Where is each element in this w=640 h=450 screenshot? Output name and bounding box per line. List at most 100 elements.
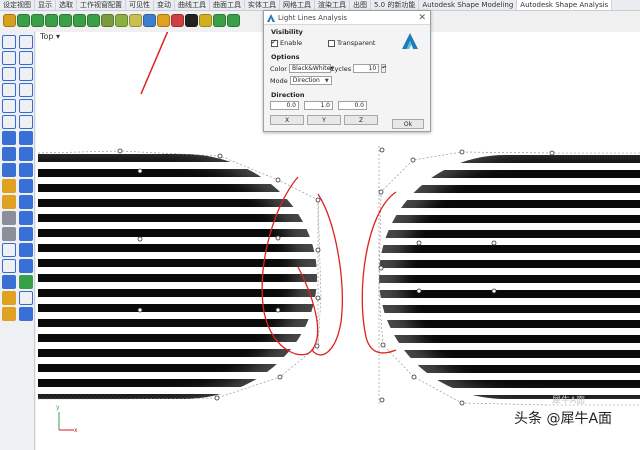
axis-indicator [58, 412, 74, 431]
direction-x-input[interactable]: 0.0 [270, 101, 299, 110]
layer-icon[interactable] [19, 307, 33, 321]
circle-icon[interactable] [2, 67, 16, 81]
dialog-title: Light Lines Analysis [278, 13, 347, 22]
toolbar-tool-icon[interactable] [31, 13, 44, 27]
array-icon[interactable] [2, 275, 16, 289]
fillet-icon[interactable] [19, 115, 33, 129]
boolean-icon[interactable] [2, 179, 16, 193]
toolbar-tool-icon[interactable] [143, 13, 156, 27]
point-icon[interactable] [19, 35, 33, 49]
trim-icon[interactable] [2, 211, 16, 225]
transparent-checkbox-row[interactable]: Transparent [328, 39, 375, 47]
autodesk-logo-icon [267, 13, 275, 22]
tab-12[interactable]: 5.0 的新功能 [371, 0, 420, 10]
toolbar-tool-icon[interactable] [213, 13, 226, 27]
dialog-titlebar[interactable]: Light Lines Analysis ✕ [264, 11, 430, 25]
ellipse-icon[interactable] [2, 83, 16, 97]
tab-3[interactable]: 工作视窗配置 [77, 0, 126, 10]
polyline-icon[interactable] [19, 51, 33, 65]
tab-6[interactable]: 曲线工具 [175, 0, 210, 10]
toolbar-tool-icon[interactable] [87, 13, 100, 27]
solid-icon[interactable] [19, 179, 33, 193]
enable-checkbox[interactable] [271, 38, 278, 47]
text-icon[interactable] [2, 243, 16, 257]
arc-icon[interactable] [19, 67, 33, 81]
tab-11[interactable]: 出图 [350, 0, 371, 10]
freeform-icon[interactable] [2, 115, 16, 129]
toolbar-tool-icon[interactable] [171, 13, 184, 27]
line-icon[interactable] [2, 51, 16, 65]
tab-13[interactable]: Autodesk Shape Modeling [419, 0, 518, 10]
transparent-checkbox[interactable] [328, 39, 335, 47]
y-direction-button[interactable]: Y [307, 115, 341, 125]
shell-icon[interactable] [19, 195, 33, 209]
rectangle-icon[interactable] [2, 99, 16, 113]
loft-icon[interactable] [2, 163, 16, 177]
autodesk-brand-logo [402, 33, 418, 49]
tab-2[interactable]: 选取 [56, 0, 77, 10]
toolbar-tool-icon[interactable] [73, 13, 86, 27]
toolbar-tool-icon[interactable] [3, 13, 16, 27]
toolbar-tool-icon[interactable] [199, 13, 212, 27]
cycles-row: Cycles 10 ▴▾ [330, 64, 386, 73]
tab-10[interactable]: 渲染工具 [315, 0, 350, 10]
enable-label: Enable [280, 39, 303, 47]
polygon-icon[interactable] [19, 99, 33, 113]
toolbar-tool-icon[interactable] [101, 13, 114, 27]
axis-x-label: x [74, 427, 78, 434]
check-icon[interactable] [19, 291, 33, 305]
join-icon[interactable] [19, 211, 33, 225]
color-row: Color Black&White ▼ [270, 64, 334, 73]
rebuild-icon[interactable] [19, 227, 33, 241]
toolbar-tool-icon[interactable] [157, 13, 170, 27]
analyze-icon[interactable] [2, 291, 16, 305]
tab-9[interactable]: 网格工具 [280, 0, 315, 10]
x-direction-button[interactable]: X [270, 115, 304, 125]
enable-checkbox-row[interactable]: Enable [271, 38, 303, 47]
render-icon[interactable] [2, 307, 16, 321]
sweep-icon[interactable] [19, 163, 33, 177]
color-select[interactable]: Black&White ▼ [288, 64, 334, 73]
options-heading: Options [271, 53, 300, 61]
annotation-marks [261, 176, 397, 356]
analysis-toolbar [0, 10, 267, 30]
axis-y-label: y [56, 404, 60, 411]
tab-0[interactable]: 设定视图 [0, 0, 35, 10]
tab-7[interactable]: 曲面工具 [210, 0, 245, 10]
direction-heading: Direction [271, 91, 305, 99]
surface-icon[interactable] [2, 147, 16, 161]
select-arrow-icon[interactable] [2, 35, 16, 49]
toolbar-tool-icon[interactable] [115, 13, 128, 27]
close-icon[interactable]: ✕ [418, 13, 426, 23]
light-lines-analysis-icon[interactable] [185, 13, 198, 27]
cycles-spinner-icon[interactable]: ▴▾ [381, 64, 386, 73]
toolbar-tool-icon[interactable] [17, 13, 30, 27]
direction-y-input[interactable]: 1.0 [304, 101, 333, 110]
mode-select[interactable]: Direction ▼ [289, 76, 332, 85]
toolbar-tool-icon[interactable] [129, 13, 142, 27]
mirror-icon[interactable] [19, 275, 33, 289]
tab-1[interactable]: 显示 [35, 0, 56, 10]
ok-button[interactable]: Ok [392, 119, 424, 129]
mesh-icon[interactable] [19, 243, 33, 257]
tab-14[interactable]: Autodesk Shape Analysis [517, 0, 613, 10]
toolbar-tool-icon[interactable] [59, 13, 72, 27]
curve-icon[interactable] [19, 83, 33, 97]
cycles-input[interactable]: 10 [353, 64, 380, 73]
transform-icon[interactable] [19, 259, 33, 273]
split-icon[interactable] [2, 195, 16, 209]
toolbar-tool-icon[interactable] [45, 13, 58, 27]
sphere-icon[interactable] [19, 131, 33, 145]
z-direction-button[interactable]: Z [344, 115, 378, 125]
tab-8[interactable]: 实体工具 [245, 0, 280, 10]
command-sidebar [0, 32, 35, 450]
box-icon[interactable] [2, 131, 16, 145]
pointer-arrow [140, 32, 169, 95]
tab-5[interactable]: 变动 [154, 0, 175, 10]
extrude-icon[interactable] [19, 147, 33, 161]
direction-z-input[interactable]: 0.0 [338, 101, 367, 110]
offset-icon[interactable] [2, 227, 16, 241]
dimension-icon[interactable] [2, 259, 16, 273]
toolbar-tool-icon[interactable] [227, 13, 240, 27]
tab-4[interactable]: 可见性 [126, 0, 154, 10]
